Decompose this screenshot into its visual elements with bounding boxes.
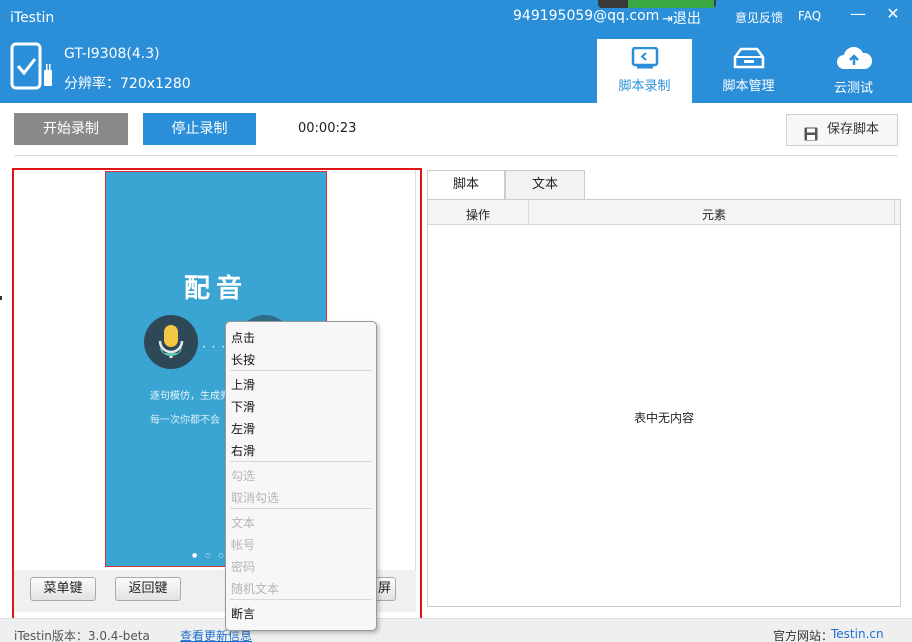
cloud-icon [836,47,872,69]
floating-control-bar[interactable] [598,0,716,8]
menu-item-tap[interactable]: 点击 [231,329,255,346]
column-header-element[interactable]: 元素 [702,206,726,223]
stop-record-button[interactable]: 停止录制 [143,113,256,145]
tab-script-manage-label: 脚本管理 [722,79,775,94]
logout-icon: ⇥ [662,12,673,27]
menu-item-swipe-left[interactable]: 左滑 [231,420,255,437]
context-menu: 点击 长按 上滑 下滑 左滑 右滑 勾选 取消勾选 文本 帐号 密码 随机文本 … [225,321,377,631]
table-header: 操作 元素 [428,200,900,225]
phone-text-line1: 逐句模仿，生成秀 [150,391,230,402]
menu-item-long-press[interactable]: 长按 [231,351,255,368]
phone-text-line2: 每一次你都不会 [150,415,220,426]
toolbar-divider [14,155,898,156]
menu-key-button[interactable]: 菜单键 [30,577,96,601]
menu-item-swipe-up[interactable]: 上滑 [231,376,255,393]
menu-item-account: 帐号 [231,538,256,552]
menu-item-password: 密码 [231,560,256,574]
menu-item-random-text: 随机文本 [231,582,280,596]
script-manage-icon [733,47,764,69]
minimize-button[interactable]: — [848,4,868,24]
logout-link[interactable]: ⇥退出 [662,8,701,28]
official-site-link[interactable]: Testin.cn [831,627,884,641]
feedback-link[interactable]: 意见反馈 [735,9,783,26]
logout-label: 退出 [672,11,701,27]
record-timer: 00:00:23 [298,121,357,136]
device-model: GT-I9308(4.3) [64,46,160,62]
app-header: iTestin 949195059@qq.com ⇥退出 意见反馈 FAQ — … [0,0,912,103]
tab-script[interactable]: 脚本 [427,170,505,199]
menu-item-swipe-right[interactable]: 右滑 [231,442,255,459]
tab-cloud-test[interactable]: 云测试 [806,39,901,103]
tab-script-record-label: 脚本录制 [618,79,671,94]
phone-app-title: 配音 [183,274,248,304]
device-resolution: 分辨率：720x1280 [64,76,191,92]
save-disk-icon [804,123,818,153]
app-title: iTestin [10,10,55,26]
menu-item-check: 勾选 [231,469,256,483]
status-bar: iTestin版本：3.0.4-beta 查看更新信息 官方网站： Testin… [0,618,912,642]
tab-cloud-test-label: 云测试 [833,81,873,96]
account-email[interactable]: 949195059@qq.com [513,8,659,24]
tab-script-record[interactable]: 脚本录制 [597,39,692,103]
close-button[interactable]: ✕ [883,4,903,24]
menu-item-swipe-down[interactable]: 下滑 [231,398,255,415]
back-key-button[interactable]: 返回键 [115,577,181,601]
save-script-label: 保存脚本 [827,122,880,137]
menu-item-text: 文本 [231,516,256,530]
vertical-scrollbar[interactable] [901,199,912,607]
tab-text[interactable]: 文本 [505,170,585,199]
tab-script-manage[interactable]: 脚本管理 [701,39,796,103]
menu-item-assert[interactable]: 断言 [231,605,255,622]
faq-link[interactable]: FAQ [798,9,821,23]
microphone-icon [144,315,198,369]
window-edge-mark [0,296,2,300]
start-record-button[interactable]: 开始录制 [14,113,128,145]
official-site-label: 官方网站： [773,629,834,642]
empty-table-message: 表中无内容 [634,411,695,425]
script-table: 操作 元素 表中无内容 [427,199,901,607]
menu-item-uncheck: 取消勾选 [231,491,280,505]
script-record-icon [631,47,658,69]
phone-check-icon [10,42,56,92]
version-text: iTestin版本：3.0.4-beta [14,629,150,642]
column-header-action[interactable]: 操作 [466,206,490,223]
save-script-button[interactable]: 保存脚本 [786,114,898,146]
